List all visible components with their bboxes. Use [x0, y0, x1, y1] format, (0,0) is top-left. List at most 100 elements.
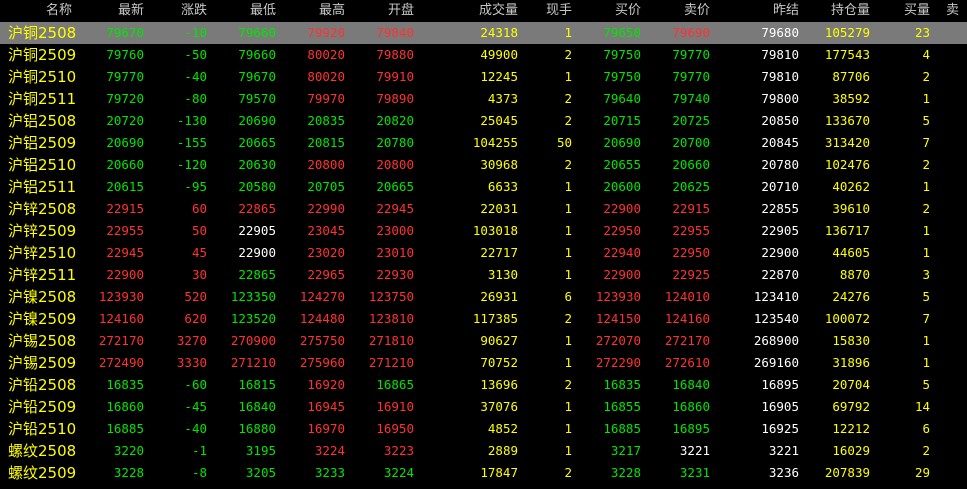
ask-price-cell: 272170	[664, 333, 710, 348]
volume-cell: 6633	[487, 179, 518, 194]
open-price-cell: 3224	[383, 465, 414, 480]
bid-price-cell: 22940	[603, 245, 641, 260]
change-cell: -80	[184, 91, 207, 106]
header-open[interactable]: 开盘	[345, 3, 414, 19]
quote-row[interactable]: 沪铜2510 79770 -40 79670 80020 79910 12245 1 79750…	[0, 66, 967, 88]
header-high[interactable]: 最高	[276, 3, 345, 19]
ask-price-cell: 16840	[672, 377, 710, 392]
bid-price-cell: 20600	[603, 179, 641, 194]
current-hand-cell: 1	[564, 355, 572, 370]
header-bid-price[interactable]: 买价	[572, 3, 641, 19]
open-price-cell: 22945	[376, 201, 414, 216]
bid-price-cell: 16835	[603, 377, 641, 392]
header-last-price[interactable]: 最新	[86, 3, 144, 19]
quote-row[interactable]: 沪铝2511 20615 -95 20580 20705 20665 6633 1 20600 2…	[0, 176, 967, 198]
bid-price-cell: 16885	[603, 421, 641, 436]
open-interest-cell: 177543	[824, 47, 870, 62]
low-price-cell: 79660	[238, 25, 276, 40]
ask-price-cell: 22925	[672, 267, 710, 282]
quote-row[interactable]: 沪锌2510 22945 45 22900 23020 23010 22717 1 22940 2…	[0, 242, 967, 264]
quote-row[interactable]: 沪铝2508 20720 -130 20690 20835 20820 25045 2 2071…	[0, 110, 967, 132]
bid-volume-cell: 6	[922, 421, 930, 436]
quote-row[interactable]: 沪铅2508 16835 -60 16815 16920 16865 13696 2 16835…	[0, 374, 967, 396]
quote-row[interactable]: 沪镍2508 123930 520 123350 124270 123750 26931 6 1…	[0, 286, 967, 308]
last-price-cell: 272490	[98, 355, 144, 370]
quote-row[interactable]: 沪铝2509 20690 -155 20665 20815 20780 104255 50 20…	[0, 132, 967, 154]
prev-settle-cell: 22855	[761, 201, 799, 216]
high-price-cell: 79920	[307, 25, 345, 40]
contract-name-cell: 螺纹2508	[8, 442, 77, 460]
quote-row[interactable]: 沪铜2509 79760 -50 79660 80020 79880 49900 2 79750…	[0, 44, 967, 66]
change-cell: 520	[184, 289, 207, 304]
current-hand-cell: 6	[564, 289, 572, 304]
low-price-cell: 22865	[238, 267, 276, 282]
change-cell: -120	[176, 157, 207, 172]
quote-row[interactable]: 沪铅2509 16860 -45 16840 16945 16910 37076 1 16855…	[0, 396, 967, 418]
quote-row[interactable]: 沪锌2509 22955 50 22905 23045 23000 103018 1 22950…	[0, 220, 967, 242]
header-current-hand[interactable]: 现手	[518, 3, 572, 19]
volume-cell: 22717	[480, 245, 518, 260]
contract-name-cell: 沪铜2509	[8, 46, 77, 64]
volume-cell: 117385	[472, 311, 518, 326]
bid-volume-cell: 14	[914, 399, 930, 414]
open-price-cell: 3223	[383, 443, 414, 458]
quote-row[interactable]: 沪锌2508 22915 60 22865 22990 22945 22031 1 22900 2…	[0, 198, 967, 220]
header-ask-price[interactable]: 卖价	[641, 3, 710, 19]
header-volume[interactable]: 成交量	[414, 3, 518, 19]
high-price-cell: 20705	[307, 179, 345, 194]
open-interest-cell: 313420	[824, 135, 870, 150]
current-hand-cell: 1	[564, 443, 572, 458]
quote-row[interactable]: 沪铜2508 79670 -10 79660 79920 79840 24318 1 79650…	[0, 22, 967, 44]
quote-row[interactable]: 沪铜2511 79720 -80 79570 79970 79890 4373 2 79640 7…	[0, 88, 967, 110]
prev-settle-cell: 3221	[768, 443, 799, 458]
open-price-cell: 79880	[376, 47, 414, 62]
ask-price-cell: 124010	[664, 289, 710, 304]
last-price-cell: 124160	[98, 311, 144, 326]
header-prev-settle[interactable]: 昨结	[710, 3, 799, 19]
volume-cell: 26931	[480, 289, 518, 304]
low-price-cell: 16840	[238, 399, 276, 414]
prev-settle-cell: 22905	[761, 223, 799, 238]
header-ask-volume[interactable]: 卖	[946, 3, 967, 19]
last-price-cell: 20660	[106, 157, 144, 172]
quote-row[interactable]: 沪镍2509 124160 620 123520 124480 123810 117385 2…	[0, 308, 967, 330]
open-price-cell: 16950	[376, 421, 414, 436]
bid-price-cell: 123930	[595, 289, 641, 304]
high-price-cell: 124480	[299, 311, 345, 326]
low-price-cell: 3205	[245, 465, 276, 480]
bid-price-cell: 22950	[603, 223, 641, 238]
bid-volume-cell: 1	[922, 179, 930, 194]
bid-volume-cell: 2	[922, 69, 930, 84]
quote-row[interactable]: 沪锡2509 272490 3330 271210 275960 271210 70752 1…	[0, 352, 967, 374]
quote-row[interactable]: 螺纹2508 3220 -1 3195 3224 3223 2889 1 3217 3221 322…	[0, 440, 967, 462]
quote-row[interactable]: 螺纹2509 3228 -8 3205 3233 3224 17847 2 3228 3231 32…	[0, 462, 967, 484]
current-hand-cell: 2	[564, 113, 572, 128]
ask-price-cell: 79770	[672, 47, 710, 62]
current-hand-cell: 2	[564, 377, 572, 392]
open-price-cell: 20820	[376, 113, 414, 128]
header-bid-volume[interactable]: 买量	[870, 3, 930, 19]
header-open-interest[interactable]: 持仓量	[799, 3, 870, 19]
low-price-cell: 79670	[238, 69, 276, 84]
quote-row[interactable]: 沪锡2508 272170 3270 270900 275750 271810 90627 1…	[0, 330, 967, 352]
bid-price-cell: 20715	[603, 113, 641, 128]
open-price-cell: 79840	[376, 25, 414, 40]
last-price-cell: 123930	[98, 289, 144, 304]
header-low[interactable]: 最低	[207, 3, 276, 19]
last-price-cell: 79760	[106, 47, 144, 62]
change-cell: -40	[184, 421, 207, 436]
prev-settle-cell: 269160	[753, 355, 799, 370]
header-change[interactable]: 涨跌	[144, 3, 207, 19]
ask-price-cell: 272610	[664, 355, 710, 370]
open-interest-cell: 38592	[832, 91, 870, 106]
open-interest-cell: 87706	[832, 69, 870, 84]
quote-row[interactable]: 沪铅2510 16885 -40 16880 16970 16950 4852 1 16885 1…	[0, 418, 967, 440]
quote-row[interactable]: 沪锌2511 22900 30 22865 22965 22930 3130 1 22900 22…	[0, 264, 967, 286]
low-price-cell: 20630	[238, 157, 276, 172]
prev-settle-cell: 20845	[761, 135, 799, 150]
open-interest-cell: 136717	[824, 223, 870, 238]
bid-price-cell: 20690	[603, 135, 641, 150]
quote-row[interactable]: 沪铝2510 20660 -120 20630 20800 20800 30968 2 2065…	[0, 154, 967, 176]
volume-cell: 17847	[480, 465, 518, 480]
bid-volume-cell: 1	[922, 245, 930, 260]
